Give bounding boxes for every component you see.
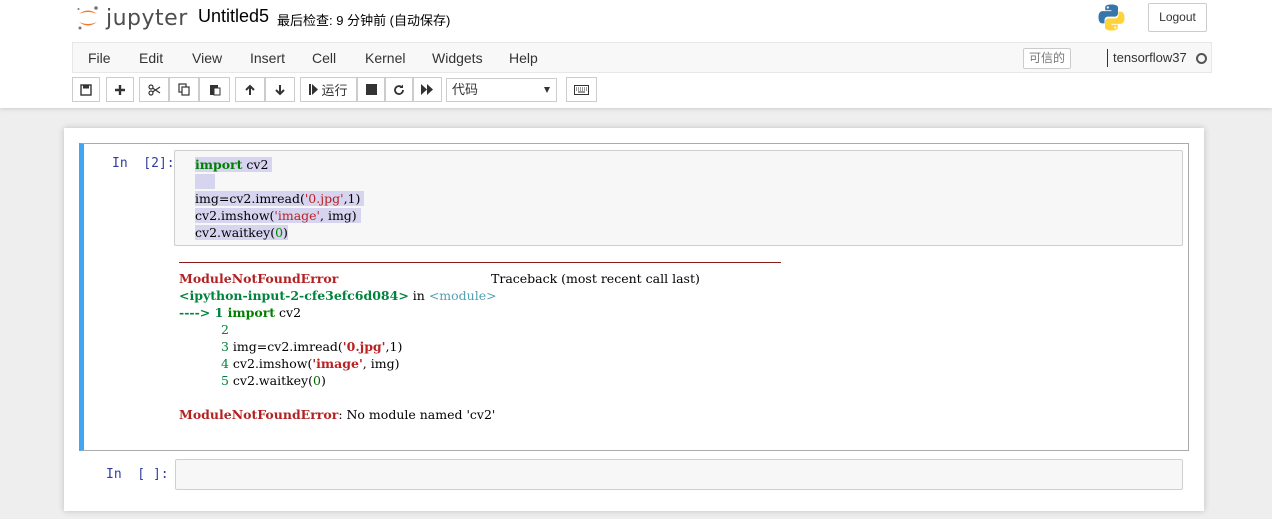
code-cell-selected[interactable]: In [2]: import cv2 img=cv2.imread('0.jpg…: [79, 143, 1189, 451]
jupyter-logo-text: jupyter: [106, 5, 188, 31]
paste-button[interactable]: [199, 77, 230, 102]
restart-button[interactable]: [385, 77, 413, 102]
input-prompt-empty: In [ ]:: [106, 467, 169, 482]
traceback-line-4: 4 cv2.imshow('image', img): [221, 356, 400, 371]
menu-view[interactable]: View: [192, 50, 222, 66]
run-button[interactable]: 运行: [300, 77, 357, 102]
python-logo-icon: [1097, 3, 1126, 32]
step-forward-icon: [309, 84, 319, 95]
kernel-divider: [1107, 49, 1108, 67]
menu-kernel[interactable]: Kernel: [365, 50, 405, 66]
save-button[interactable]: [72, 77, 100, 102]
restart-run-all-button[interactable]: [413, 77, 442, 102]
code-cell-empty[interactable]: In [ ]:: [84, 458, 1189, 492]
kernel-idle-icon: [1196, 53, 1207, 64]
arrow-up-icon: [244, 84, 256, 96]
notebook-title[interactable]: Untitled5: [198, 6, 269, 27]
copy-icon: [178, 83, 190, 96]
traceback-line-1: ----> 1 import cv2: [179, 305, 302, 320]
insert-cell-button[interactable]: [106, 77, 134, 102]
stop-icon: [365, 84, 377, 95]
code-line-1: import cv2: [195, 157, 273, 172]
code-editor[interactable]: import cv2 img=cv2.imread('0.jpg',1) cv2…: [174, 150, 1183, 246]
command-palette-button[interactable]: [566, 77, 597, 102]
traceback-line-2: 2: [221, 322, 229, 337]
run-label: 运行: [321, 83, 348, 98]
code-editor-empty[interactable]: [175, 459, 1183, 490]
menu-insert[interactable]: Insert: [250, 50, 285, 66]
move-up-button[interactable]: [235, 77, 265, 102]
refresh-icon: [393, 84, 405, 96]
menu-file[interactable]: File: [88, 50, 111, 66]
code-line-3: img=cv2.imread('0.jpg',1): [195, 191, 365, 206]
menu-edit[interactable]: Edit: [139, 50, 163, 66]
trusted-indicator[interactable]: 可信的: [1023, 48, 1071, 69]
code-line-4: cv2.imshow('image', img): [195, 208, 361, 223]
cell-output: ModuleNotFoundError Traceback (most rece…: [179, 258, 1179, 428]
error-message: ModuleNotFoundError: No module named 'cv…: [179, 407, 496, 422]
cut-icon: [147, 83, 161, 96]
checkpoint-status: 最后检查: 9 分钟前 (自动保存): [277, 13, 451, 28]
logout-button[interactable]: Logout: [1148, 3, 1207, 32]
traceback-label: Traceback (most recent call last): [491, 271, 700, 286]
copy-button[interactable]: [169, 77, 199, 102]
caret-down-icon: [544, 87, 550, 93]
arrow-down-icon: [274, 84, 286, 96]
header: jupyter Untitled5 最后检查: 9 分钟前 (自动保存) Log…: [0, 0, 1272, 108]
fast-forward-icon: [421, 84, 434, 95]
cell-type-select[interactable]: 代码: [446, 78, 557, 102]
input-prompt: In [2]:: [112, 156, 175, 171]
traceback-line-5: 5 cv2.waitkey(0): [221, 373, 326, 388]
code-line-2: [195, 174, 215, 189]
keyboard-icon: [574, 84, 589, 95]
traceback-header: ModuleNotFoundError: [179, 271, 339, 286]
traceback-rule: [179, 262, 781, 263]
move-down-button[interactable]: [265, 77, 295, 102]
code-line-5: cv2.waitkey(0): [195, 225, 288, 240]
menu-cell[interactable]: Cell: [312, 50, 336, 66]
paste-icon: [209, 83, 221, 96]
menubar: File Edit View Insert Cell Kernel Widget…: [72, 42, 1212, 73]
plus-icon: [114, 84, 126, 96]
traceback-location: <ipython-input-2-cfe3efc6d084> in <modul…: [179, 288, 497, 303]
menu-help[interactable]: Help: [509, 50, 538, 66]
jupyter-logo-icon: [76, 5, 100, 31]
cut-button[interactable]: [139, 77, 169, 102]
cell-type-value: 代码: [452, 82, 479, 97]
save-icon: [80, 83, 92, 96]
interrupt-button[interactable]: [357, 77, 385, 102]
traceback-line-3: 3 img=cv2.imread('0.jpg',1): [221, 339, 403, 354]
kernel-name: tensorflow37: [1113, 50, 1187, 65]
menu-widgets[interactable]: Widgets: [432, 50, 483, 66]
jupyter-logo[interactable]: jupyter: [76, 4, 188, 32]
notebook-container: In [2]: import cv2 img=cv2.imread('0.jpg…: [64, 128, 1204, 511]
